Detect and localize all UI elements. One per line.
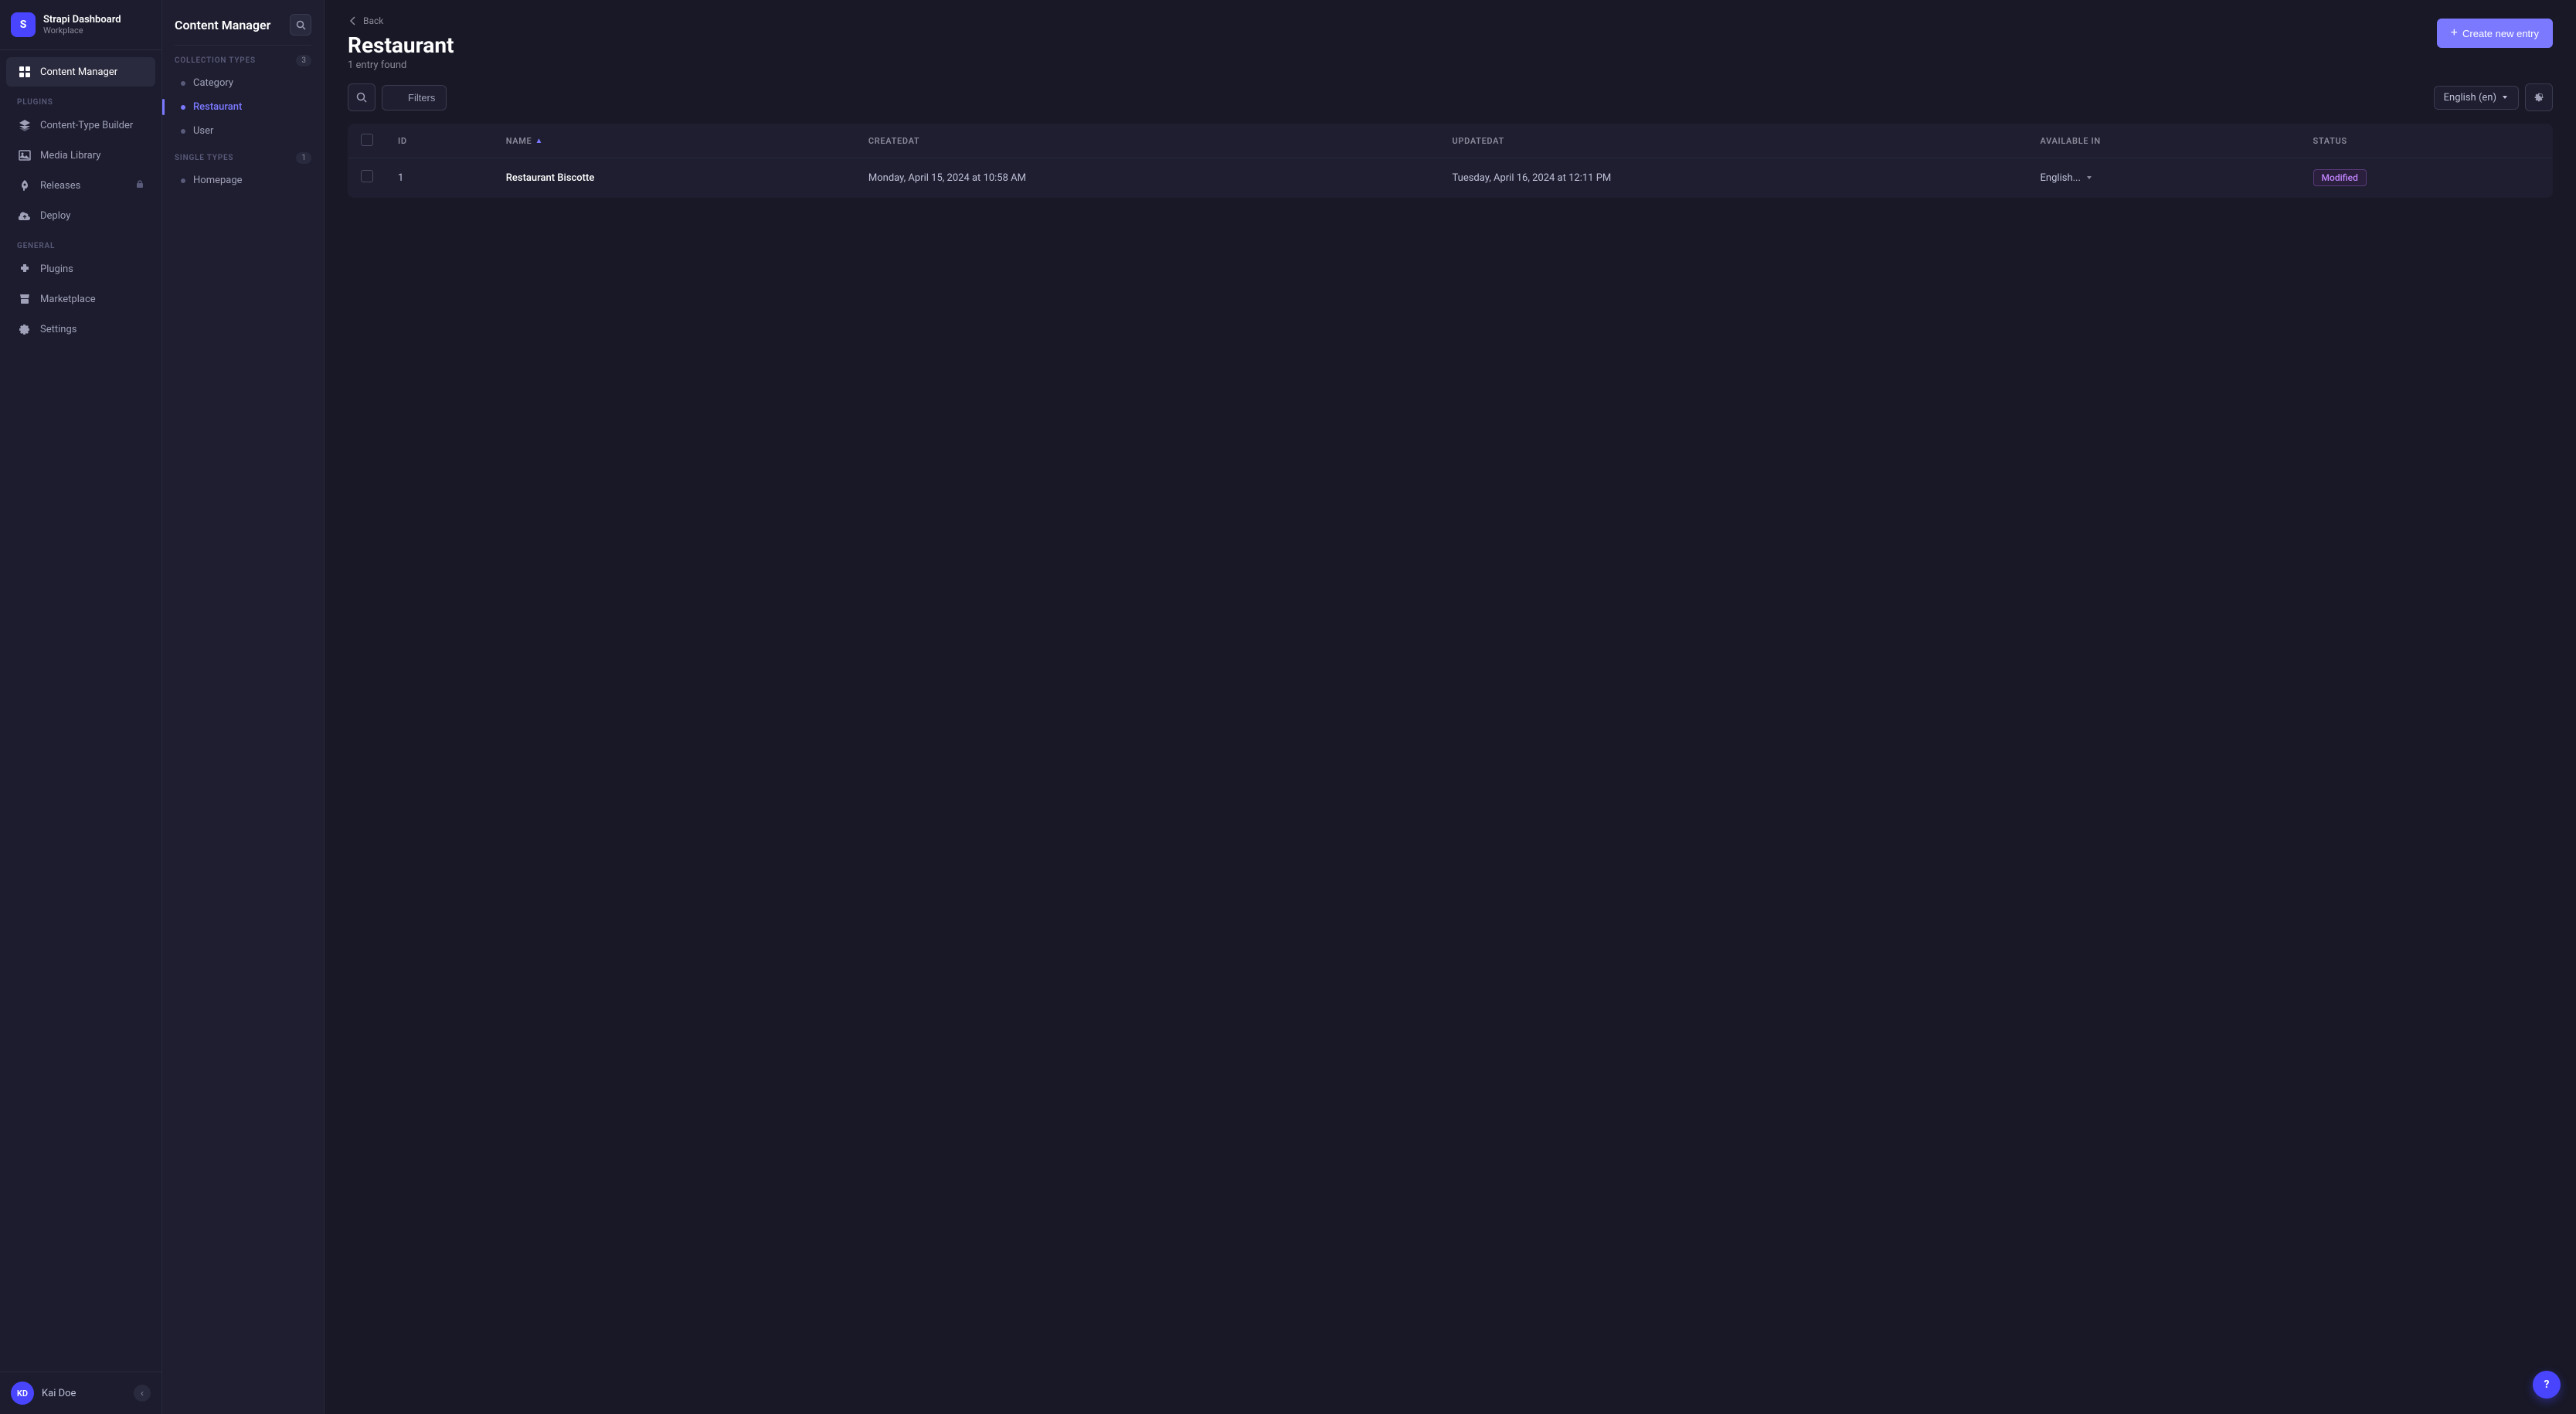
create-new-entry-button[interactable]: + Create new entry [2437,19,2553,48]
sidebar-nav: Content Manager PLUGINS Content-Type Bui… [0,50,161,1372]
page-title: Restaurant [348,32,454,58]
lock-icon [135,179,144,192]
collapse-sidebar-button[interactable]: ‹ [134,1385,151,1402]
sidebar-item-content-type-builder[interactable]: Content-Type Builder [6,110,155,140]
content-header: Back Restaurant 1 entry found + Create n… [325,0,2576,71]
sidebar-item-content-manager[interactable]: Content Manager [6,57,155,87]
filters-button[interactable]: Filters [382,85,447,110]
th-name[interactable]: NAME ▲ [494,124,856,158]
sidebar-item-marketplace[interactable]: Marketplace [6,284,155,314]
sort-asc-icon: ▲ [535,137,543,145]
middle-header: Content Manager [162,0,324,45]
user-info[interactable]: KD Kai Doe [11,1382,76,1405]
toolbar-right: English (en) [2434,83,2553,111]
th-status: STATUS [2301,124,2553,158]
select-all-header [348,124,386,158]
sidebar-item-label: Deploy [40,210,70,222]
th-id: ID [386,124,494,158]
sidebar-item-deploy[interactable]: Deploy [6,201,155,230]
collection-types-label: COLLECTION TYPES [175,56,256,65]
toolbar-left: Filters [348,83,447,111]
row-createdat: Monday, April 15, 2024 at 10:58 AM [856,158,1440,198]
single-types-label: SINGLE TYPES [175,154,233,162]
sidebar-item-media-library[interactable]: Media Library [6,141,155,170]
general-section-label: GENERAL [0,231,161,253]
entry-count: 1 entry found [348,59,454,71]
sidebar-item-label: Content-Type Builder [40,120,133,131]
table-header-row: ID NAME ▲ CREATEDAT UPDATEDAT [348,124,2553,158]
select-all-checkbox[interactable] [361,134,373,146]
store-icon [17,291,32,307]
sidebar: S Strapi Dashboard Workplace Content Man… [0,0,162,1414]
rocket-icon [17,178,32,193]
back-link[interactable]: Back [348,15,454,26]
gear-icon [17,321,32,337]
sidebar-item-label: Plugins [40,263,73,275]
layers-icon [17,117,32,133]
puzzle-icon [17,261,32,277]
table-search-button[interactable] [348,83,376,111]
row-name: Restaurant Biscotte [494,158,856,198]
brand-title: Strapi Dashboard [43,14,121,25]
collection-types-count: 3 [296,55,311,66]
cloud-icon [17,208,32,223]
middle-panel-title: Content Manager [175,18,270,32]
toolbar: Filters English (en) [325,71,2576,124]
sidebar-item-label: Content Manager [40,66,117,78]
th-updatedat: UPDATEDAT [1440,124,2028,158]
th-createdat: CREATEDAT [856,124,1440,158]
menu-dot-icon [181,178,185,183]
middle-search-button[interactable] [290,14,311,36]
menu-item-user[interactable]: User [168,120,318,142]
row-available-in: English... [2028,158,2301,198]
image-icon [17,148,32,163]
dropdown-icon [2085,174,2093,182]
sidebar-footer: KD Kai Doe ‹ [0,1372,161,1414]
brand: S Strapi Dashboard Workplace [0,0,161,50]
collection-types-section: COLLECTION TYPES 3 [162,46,324,71]
sidebar-item-label: Releases [40,180,80,192]
main-content: Back Restaurant 1 entry found + Create n… [325,0,2576,1414]
table-settings-button[interactable] [2525,83,2553,111]
menu-dot-icon [181,105,185,110]
th-available-in: AVAILABLE IN [2028,124,2301,158]
help-button[interactable]: ? [2533,1371,2561,1399]
grid-icon [17,64,32,80]
brand-subtitle: Workplace [43,25,121,36]
menu-dot-icon [181,129,185,134]
row-checkbox-cell [348,158,386,198]
menu-item-category[interactable]: Category [168,72,318,94]
plugins-section-label: PLUGINS [0,87,161,110]
sidebar-item-label: Marketplace [40,294,96,305]
avatar: KD [11,1382,34,1405]
menu-item-restaurant[interactable]: Restaurant [168,96,318,118]
sidebar-item-settings[interactable]: Settings [6,314,155,344]
sidebar-item-label: Settings [40,324,76,335]
row-updatedat: Tuesday, April 16, 2024 at 12:11 PM [1440,158,2028,198]
menu-dot-icon [181,81,185,86]
sidebar-item-releases[interactable]: Releases [6,171,155,200]
middle-panel: Content Manager COLLECTION TYPES 3 Categ… [162,0,325,1414]
sidebar-item-plugins[interactable]: Plugins [6,254,155,284]
language-select[interactable]: English (en) [2434,86,2519,110]
menu-item-homepage[interactable]: Homepage [168,169,318,192]
row-id: 1 [386,158,494,198]
user-name: Kai Doe [42,1388,76,1399]
single-types-count: 1 [296,152,311,164]
table-row[interactable]: 1 Restaurant Biscotte Monday, April 15, … [348,158,2553,198]
row-status: Modified [2301,158,2553,198]
single-types-section: SINGLE TYPES 1 [162,143,324,168]
table-container: ID NAME ▲ CREATEDAT UPDATEDAT [325,124,2576,198]
plus-icon: + [2451,26,2458,40]
data-table: ID NAME ▲ CREATEDAT UPDATEDAT [348,124,2553,198]
brand-icon: S [11,12,36,37]
status-badge: Modified [2313,169,2367,186]
sidebar-item-label: Media Library [40,150,100,161]
row-select-checkbox[interactable] [361,170,373,182]
